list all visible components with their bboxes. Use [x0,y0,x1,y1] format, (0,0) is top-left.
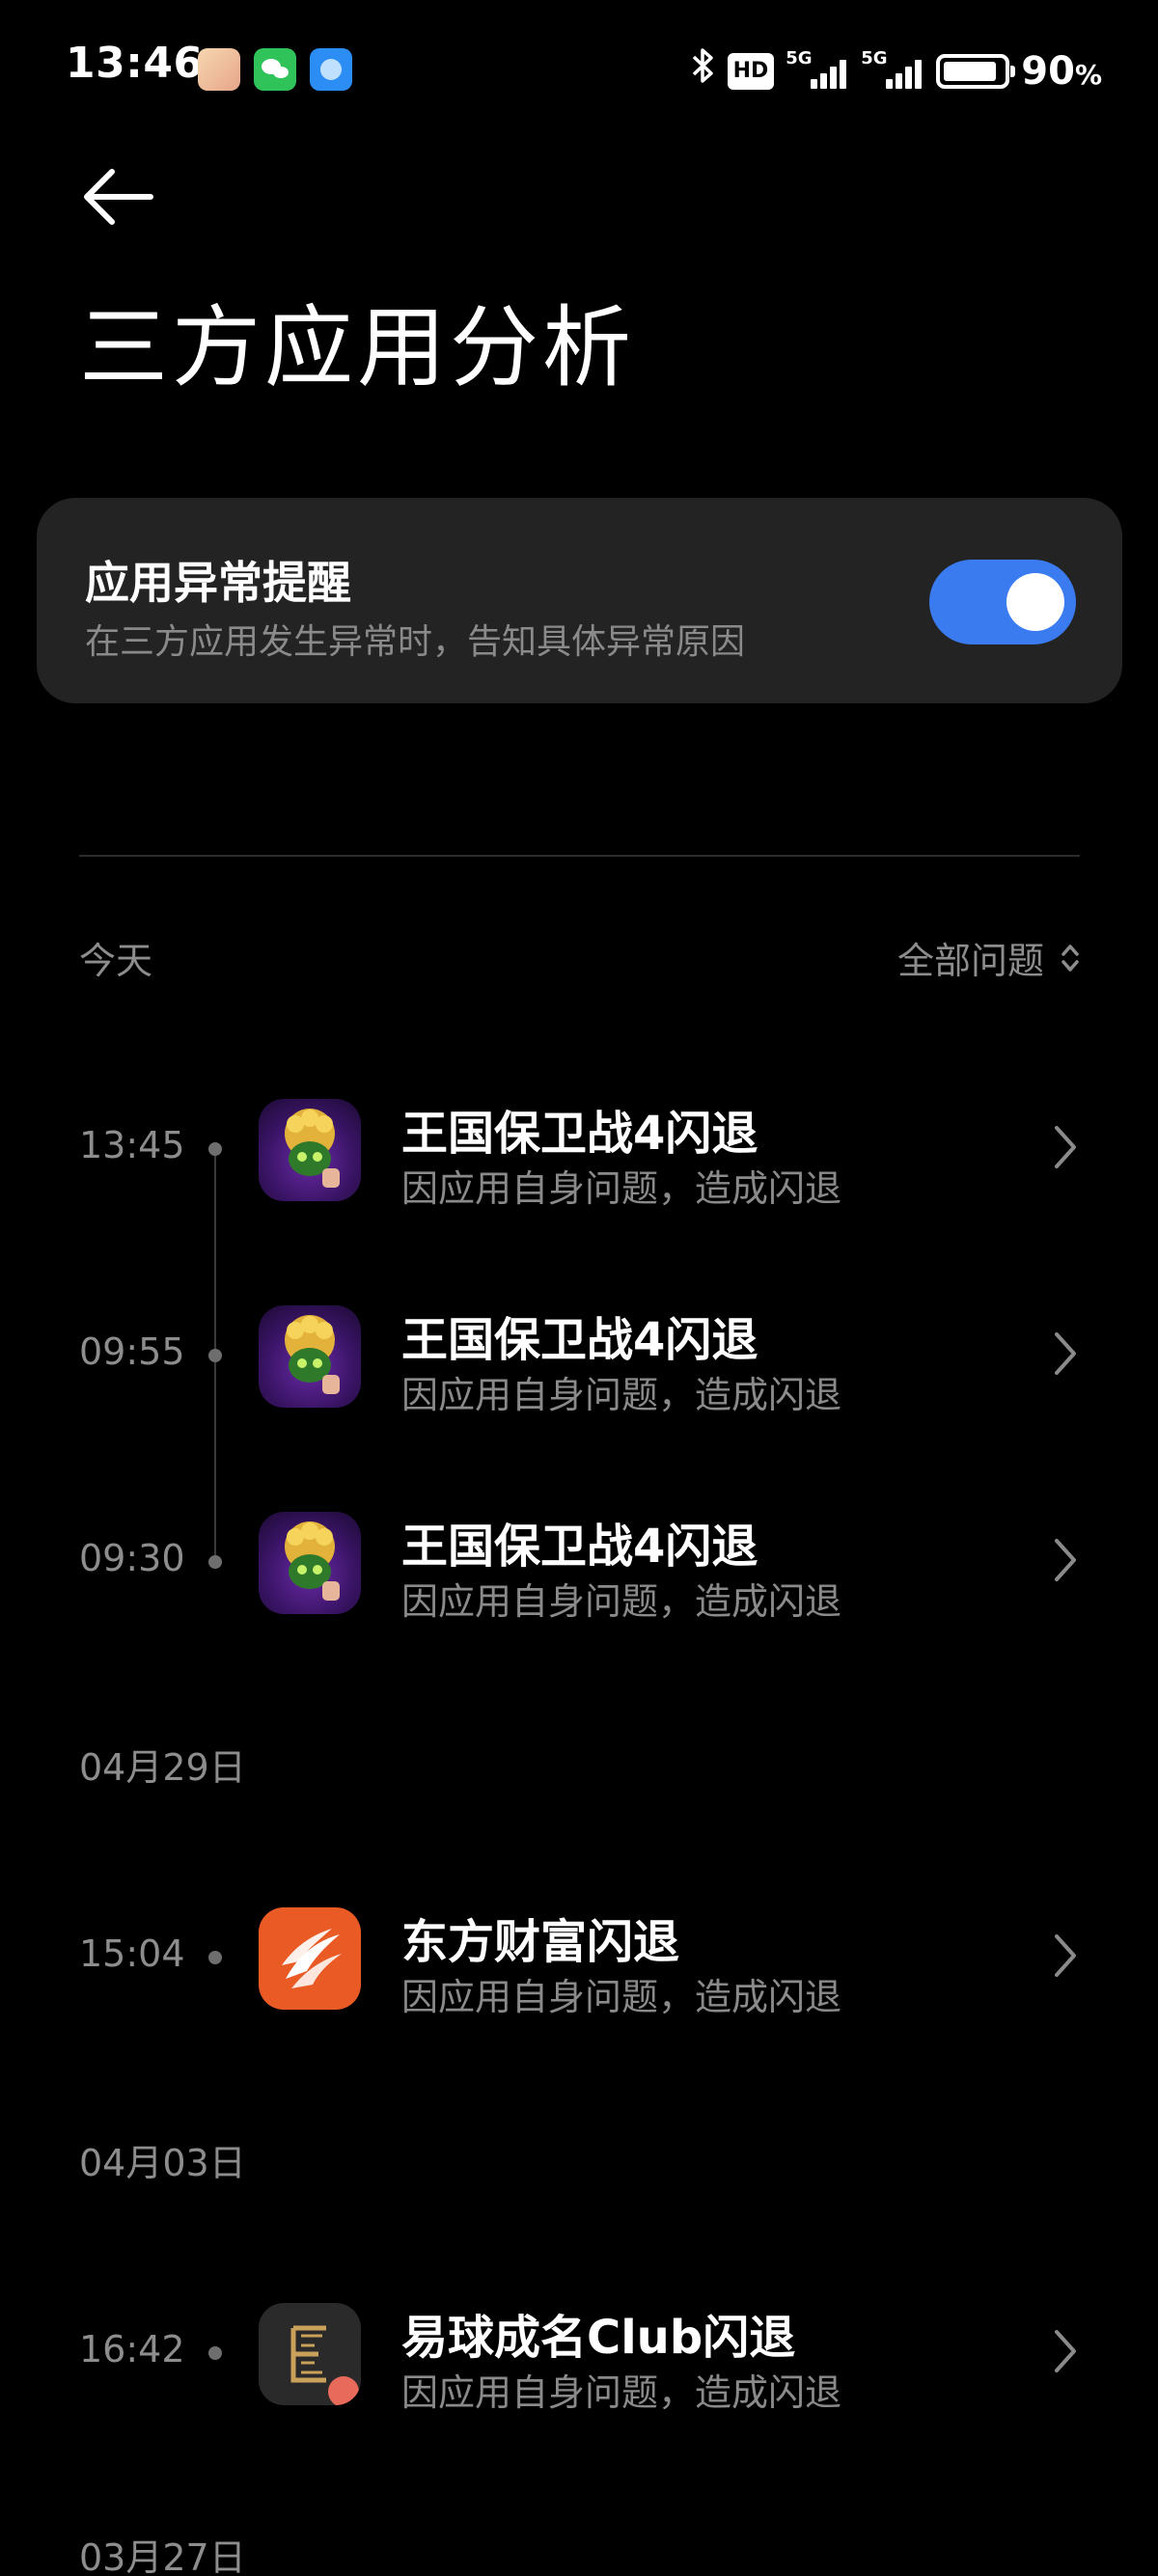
entry-time: 13:45 [79,1124,185,1166]
entry-time: 09:30 [79,1537,185,1579]
eastmoney-icon [259,1907,361,2010]
hd-voice-badge: HD [727,52,775,90]
system-icons: HD 5G 5G 90% [691,46,1102,96]
entry-title: 王国保卫战4闪退 [401,1520,758,1574]
chevron-right-icon [1055,1126,1076,1168]
filter-label: 全部问题 [896,940,1044,982]
kingdom-rush-icon [259,1099,361,1201]
app-anomaly-alert-setting[interactable]: 应用异常提醒 在三方应用发生异常时，告知具体异常原因 [37,498,1122,703]
signal-icon-2: 5G [861,48,924,93]
chevron-right-icon [1055,2330,1076,2372]
club-icon [259,2303,361,2405]
chevron-right-icon [1055,1539,1076,1581]
chevron-right-icon [1055,1332,1076,1375]
entry-title: 王国保卫战4闪退 [401,1107,758,1161]
notification-app-icon [198,48,240,91]
entry-subtitle: 因应用自身问题，造成闪退 [401,1976,842,2018]
entry-subtitle: 因应用自身问题，造成闪退 [401,1374,842,1416]
back-button[interactable] [75,162,162,232]
timeline-dot [208,1555,222,1569]
kingdom-rush-icon [259,1512,361,1614]
status-bar: 13:46 HD 5G 5G 90% [0,0,1158,145]
timeline-dot [208,1142,222,1156]
entry-time: 15:04 [79,1932,185,1975]
setting-description: 在三方应用发生异常时，告知具体异常原因 [85,622,746,662]
arrow-left-icon [84,169,153,225]
kingdom-rush-icon [259,1305,361,1408]
crash-entry[interactable]: 13:45 王国保卫战4闪退 因应用自身问题，造成闪退 [0,1078,1158,1222]
crash-entry[interactable]: 09:55 王国保卫战4闪退 因应用自身问题，造成闪退 [0,1284,1158,1429]
wechat-icon [254,48,296,91]
bluetooth-icon [691,46,716,96]
notification-icons [198,48,352,91]
date-header: 04月03日 [79,2142,246,2184]
page-title: 三方应用分析 [79,296,636,399]
entry-title: 王国保卫战4闪退 [401,1313,758,1367]
entry-subtitle: 因应用自身问题，造成闪退 [401,1167,842,1210]
entry-time: 09:55 [79,1330,185,1373]
browser-icon [310,48,352,91]
toggle-knob [1006,573,1064,631]
crash-entry[interactable]: 15:04 东方财富闪退 因应用自身问题，造成闪退 [0,1886,1158,2031]
screen: 13:46 HD 5G 5G 90% 三方应用分析 应用异常提醒 在三方应用发生… [0,0,1158,2576]
entry-subtitle: 因应用自身问题，造成闪退 [401,2371,842,2414]
date-header: 04月29日 [79,1746,246,1789]
timeline-dot [208,2346,222,2360]
battery-icon [936,53,1016,89]
anomaly-alert-toggle[interactable] [929,560,1076,644]
chevron-right-icon [1055,1934,1076,1977]
entry-subtitle: 因应用自身问题，造成闪退 [401,1580,842,1623]
date-header-today: 今天 [79,940,153,982]
crash-entry[interactable]: 16:42 易球成名Club闪退 因应用自身问题，造成闪退 [0,2282,1158,2426]
entry-title: 易球成名Club闪退 [401,2311,796,2365]
timeline-dot [208,1951,222,1964]
crash-entry[interactable]: 09:30 王国保卫战4闪退 因应用自身问题，造成闪退 [0,1491,1158,1635]
issue-filter-dropdown[interactable]: 全部问题 [897,931,1081,984]
chevron-up-down-icon [1062,944,1079,972]
date-header: 03月27日 [79,2536,246,2576]
divider [79,855,1080,857]
battery-percent: 90% [1021,48,1102,94]
entry-title: 东方财富闪退 [401,1915,680,1969]
timeline-dot [208,1349,222,1362]
setting-title: 应用异常提醒 [85,557,351,609]
entry-time: 16:42 [79,2328,185,2370]
battery-level [944,61,997,81]
signal-icon: 5G [786,48,849,93]
status-time: 13:46 [66,39,204,88]
